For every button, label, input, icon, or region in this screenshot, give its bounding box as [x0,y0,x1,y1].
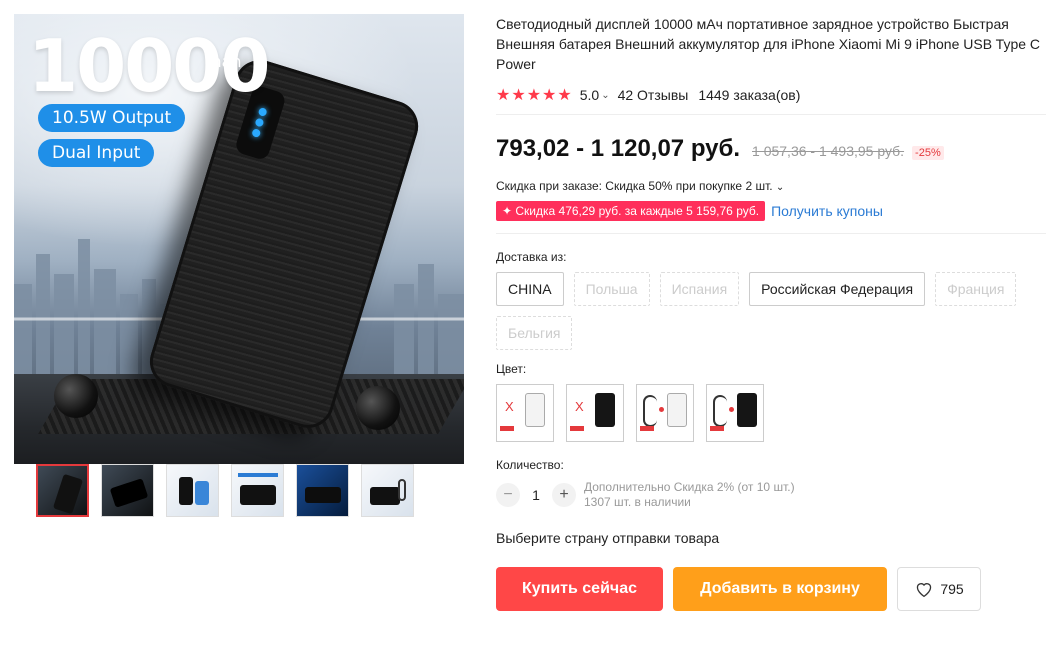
quantity-info: Дополнительно Скидка 2% (от 10 шт.) 1307… [584,480,795,510]
thumbnail-6[interactable] [361,464,414,517]
color-swatch-white-no-cable[interactable]: X [496,384,554,442]
ship-country-prompt: Выберите страну отправки товара [496,530,720,546]
bulk-discount-note: Дополнительно Скидка 2% (от 10 шт.) [584,480,795,494]
ship-option-belgium: Бельгия [496,316,573,350]
thumbnail-5[interactable] [296,464,349,517]
ship-option-poland: Польша [573,272,650,306]
image-badge-input: Dual Input [38,139,155,167]
coupon-badge: ✦ Скидка 476,29 руб. за каждые 5 159,76 … [496,201,766,221]
order-discount[interactable]: Скидка при заказе: Скидка 50% при покупк… [496,179,1046,193]
orders-count: 1449 заказа(ов) [698,87,801,103]
led-icon [254,117,265,128]
led-icon [257,106,268,117]
color-swatch-white-with-cable[interactable] [636,384,694,442]
thumbnail-1[interactable] [36,464,89,517]
thumbnail-3[interactable] [166,464,219,517]
chevron-down-icon[interactable]: ⌄ [601,90,609,101]
thumbnail-4[interactable] [231,464,284,517]
thumbnail-strip [36,464,414,517]
thumbnail-2[interactable] [101,464,154,517]
color-swatches: X X [496,384,1046,442]
heart-icon [917,583,932,598]
wishlist-count: 795 [940,581,964,597]
reviews-link[interactable]: 42 Отзывы [618,87,689,103]
image-ball-left [54,374,98,418]
quantity-decrease-button[interactable]: − [496,483,520,507]
rating-row: ★ ★ ★ ★ ★ 5.0 ⌄ 42 Отзывы 1449 заказа(ов… [496,85,1046,105]
ship-option-russia[interactable]: Российская Федерация [749,272,926,306]
image-badge-output: 10.5W Output [38,104,186,132]
discount-badge: -25% [912,146,944,160]
price-row: 793,02 - 1 120,07 руб. 1 057,36 - 1 493,… [496,135,1046,163]
star-icon: ★ [542,87,557,104]
current-price: 793,02 - 1 120,07 руб. [496,135,741,162]
wishlist-button[interactable]: 795 [897,567,981,611]
image-ball-right [356,386,400,430]
divider [496,233,1046,234]
product-info: Светодиодный дисплей 10000 мАч портативн… [496,14,1046,611]
color-swatch-black-no-cable[interactable]: X [566,384,624,442]
quantity-row: − 1 + Дополнительно Скидка 2% (от 10 шт.… [496,480,1046,510]
color-swatch-black-with-cable[interactable] [706,384,764,442]
quantity-label: Количество: [496,458,564,472]
order-discount-text: Скидка при заказе: Скидка 50% при покупк… [496,179,773,193]
ship-option-china[interactable]: CHINA [496,272,564,306]
old-price: 1 057,36 - 1 493,95 руб. [752,143,905,159]
add-to-cart-button[interactable]: Добавить в корзину [673,567,887,611]
quantity-increase-button[interactable]: + [552,483,576,507]
star-icon: ★ [496,87,511,104]
coupon-row: ✦ Скидка 476,29 руб. за каждые 5 159,76 … [496,201,1046,221]
quantity-value[interactable]: 1 [520,487,552,503]
star-icon: ★ [511,87,526,104]
ship-option-france: Франция [935,272,1017,306]
color-label: Цвет: [496,362,527,376]
product-title: Светодиодный дисплей 10000 мАч портативн… [496,16,1041,72]
chevron-down-icon: ⌄ [775,182,785,193]
shipping-options: CHINA Польша Испания Российская Федераци… [496,272,1046,350]
star-icon: ★ [526,87,542,104]
ship-option-spain: Испания [659,272,740,306]
buy-now-button[interactable]: Купить сейчас [496,567,663,611]
x-icon: X [505,399,514,414]
x-icon: X [575,399,584,414]
product-gallery: 10000 mah 10.5W Output Dual Input [14,14,464,464]
divider [496,114,1046,115]
main-product-image[interactable]: 10000 mah 10.5W Output Dual Input [14,14,464,464]
rating-value[interactable]: 5.0 [580,87,599,103]
shipping-label: Доставка из: [496,250,567,264]
led-icon [251,128,262,139]
stock-count: 1307 шт. в наличии [584,495,691,509]
action-buttons: Купить сейчас Добавить в корзину 795 [496,567,1046,611]
get-coupons-link[interactable]: Получить купоны [771,203,883,219]
star-icon: ★ [557,87,572,104]
rating-stars: ★ ★ ★ ★ ★ [496,85,572,105]
image-capacity-unit: mah [206,52,242,71]
